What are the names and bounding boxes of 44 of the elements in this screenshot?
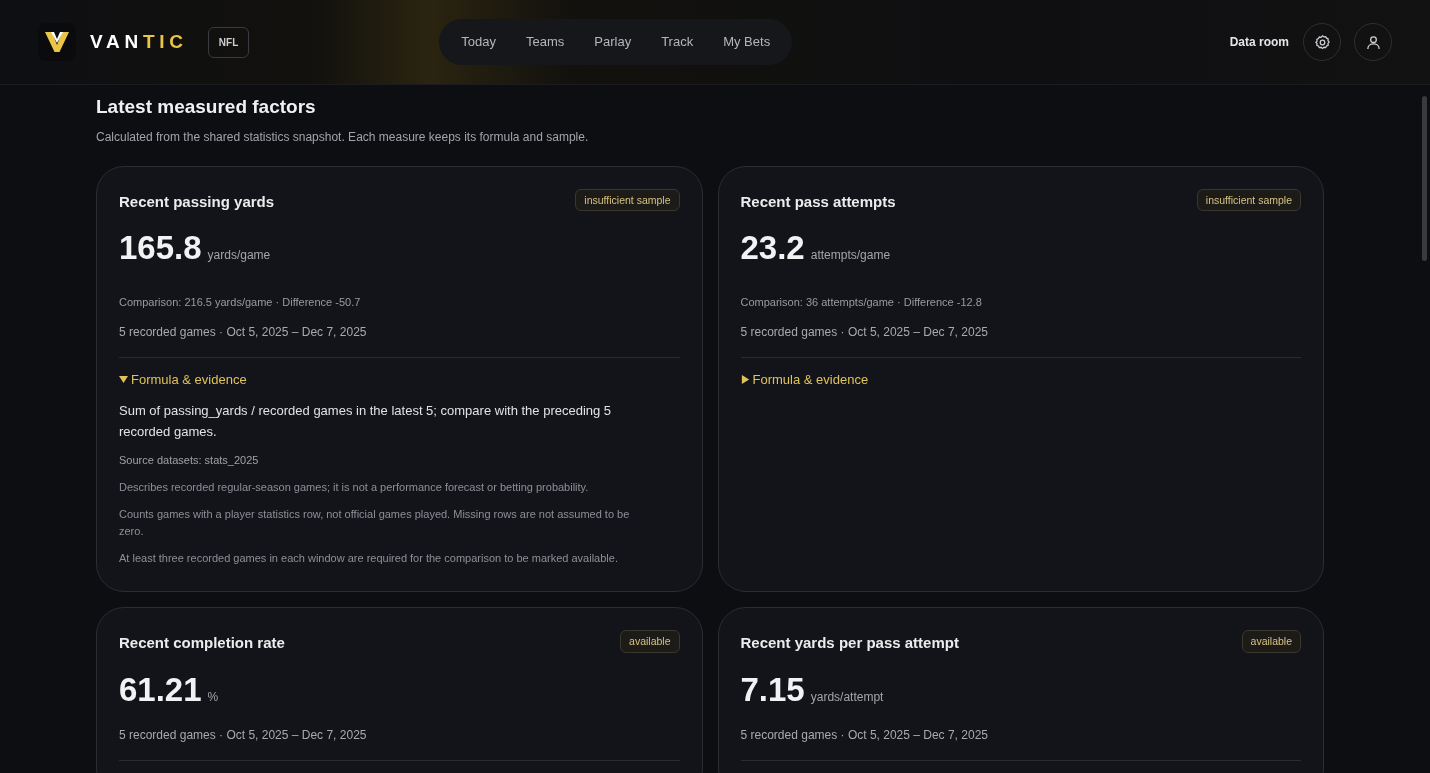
- section-title: Latest measured factors: [96, 95, 317, 119]
- section-subtitle: Calculated from the shared statistics snapshot. Each measure keeps its formula and sample.: [96, 128, 590, 146]
- brand-wordmark: TIC: [142, 29, 188, 54]
- metric-unit: yards/game: [207, 247, 271, 264]
- status-badge: insufficient sample: [1196, 188, 1301, 211]
- status-badge: insufficient sample: [575, 188, 680, 211]
- metric-value: 165.8: [119, 231, 202, 264]
- card-title: Recent completion rate: [119, 633, 285, 653]
- card-title: Recent passing yards: [119, 191, 275, 212]
- logo-icon: [38, 23, 76, 61]
- settings-icon: [1313, 33, 1331, 51]
- user-icon: [1364, 33, 1382, 51]
- comparison-text: Comparison: 36 attempts/game · Difference -12.8: [740, 295, 983, 310]
- metric-unit: attempts/game: [810, 247, 891, 264]
- metric-value: 7.15: [740, 672, 805, 706]
- metric-unit: yards/attempt: [810, 688, 884, 706]
- metric-value: 61.21: [119, 672, 202, 706]
- sample-text: 5 recorded games · Oct 5, 2025 – Dec 7, 2025: [740, 726, 989, 744]
- nav-tab[interactable]: My Bets: [711, 26, 783, 58]
- sample-text: 5 recorded games · Oct 5, 2025 – Dec 7, 2025: [119, 726, 368, 744]
- formula-toggle[interactable]: Formula & evidence: [740, 369, 869, 389]
- card-title: Recent pass attempts: [740, 191, 896, 212]
- comparison-text: Comparison: 216.5 yards/game · Difference -50.7: [119, 295, 362, 310]
- evidence-note: Describes recorded regular-season games; it is not a performance forecast or betting probability.: [119, 480, 590, 495]
- formula-definition: Sum of passing_yards / recorded games in the latest 5; compare with the preceding 5 recorded games.: [119, 402, 613, 441]
- sample-text: 5 recorded games · Oct 5, 2025 – Dec 7, 2025: [119, 323, 368, 341]
- nav-tab[interactable]: Teams: [514, 26, 577, 58]
- evidence-note: Source datasets: stats_2025: [119, 453, 260, 468]
- card-title: Recent yards per pass attempt: [740, 633, 959, 653]
- sample-text: 5 recorded games · Oct 5, 2025 – Dec 7, 2025: [740, 323, 989, 341]
- brand-wordmark: VAN: [90, 29, 143, 54]
- league-badge: NFL: [207, 26, 250, 58]
- nav-tab[interactable]: Parlay: [582, 26, 644, 58]
- status-badge: available: [620, 630, 680, 653]
- evidence-note: Counts games with a player statistics row, not official games played. Missing rows are not assumed to be zero.: [119, 507, 631, 539]
- metric-value: 23.2: [740, 231, 805, 264]
- status-badge: available: [1241, 630, 1301, 653]
- nav-tab[interactable]: Track: [649, 26, 706, 58]
- evidence-note: At least three recorded games in each window are required for the comparison to be marked available.: [119, 551, 619, 566]
- data-room-link[interactable]: Data room: [1229, 33, 1289, 51]
- formula-toggle[interactable]: Formula & evidence: [119, 369, 247, 389]
- scrollbar-thumb[interactable]: [1422, 96, 1427, 261]
- metric-unit: %: [207, 688, 219, 706]
- nav-tab[interactable]: Today: [449, 26, 508, 58]
